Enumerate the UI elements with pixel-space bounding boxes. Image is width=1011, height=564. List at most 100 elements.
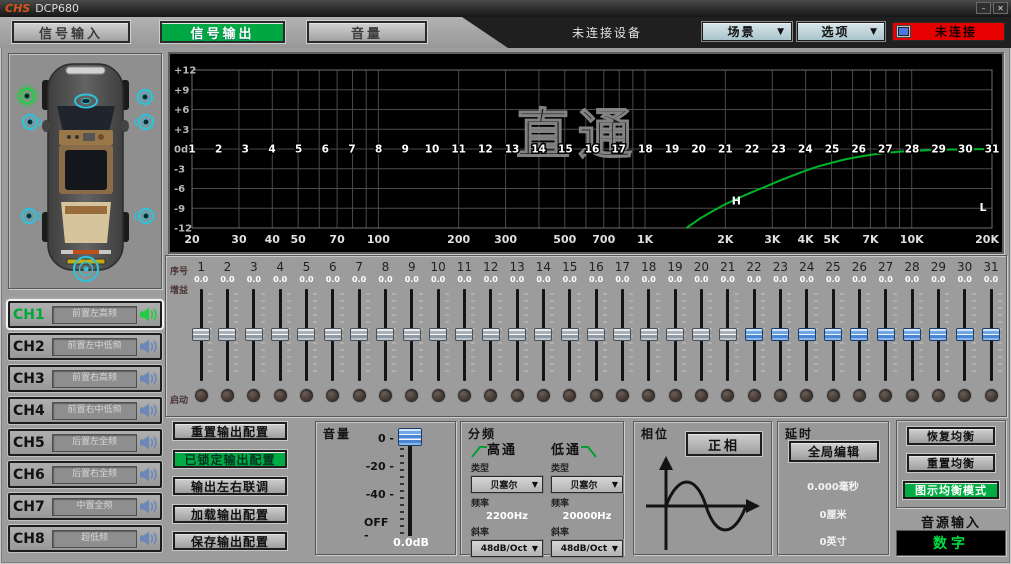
speaker-icon[interactable] — [140, 307, 157, 322]
band-enable-button[interactable] — [641, 388, 656, 403]
band-gain-slider[interactable] — [609, 287, 635, 383]
slider-handle[interactable] — [640, 328, 658, 341]
band-gain-slider[interactable] — [741, 287, 767, 383]
band-enable-button[interactable] — [694, 388, 709, 403]
band-gain-slider[interactable] — [478, 287, 504, 383]
band-gain-slider[interactable] — [820, 287, 846, 383]
band-enable-button[interactable] — [220, 388, 235, 403]
channel-row-ch8[interactable]: CH8超低频 — [8, 525, 162, 552]
band-gain-slider[interactable] — [320, 287, 346, 383]
band-enable-button[interactable] — [878, 388, 893, 403]
speaker-icon[interactable] — [140, 531, 157, 546]
speaker-icon[interactable] — [140, 339, 157, 354]
slider-handle[interactable] — [376, 328, 394, 341]
slider-handle[interactable] — [218, 328, 236, 341]
band-gain-slider[interactable] — [399, 287, 425, 383]
slider-handle[interactable] — [587, 328, 605, 341]
band-gain-slider[interactable] — [583, 287, 609, 383]
channel-row-ch4[interactable]: CH4前置右中低频 — [8, 397, 162, 424]
band-enable-button[interactable] — [615, 388, 630, 403]
tab-1[interactable]: 信号输入 — [12, 21, 130, 43]
channel-name-field[interactable]: 前置左中低频 — [52, 338, 137, 356]
band-enable-button[interactable] — [799, 388, 814, 403]
connect-status-button[interactable]: 未连接 — [892, 22, 1005, 41]
eq-control-button-1[interactable]: 恢复均衡 — [907, 427, 995, 445]
speaker-front-left-tweeter[interactable] — [17, 86, 37, 106]
band-gain-slider[interactable] — [425, 287, 451, 383]
band-enable-button[interactable] — [668, 388, 683, 403]
speaker-rear-right[interactable] — [135, 209, 153, 223]
slider-handle[interactable] — [613, 328, 631, 341]
output-config-button-2[interactable]: 已锁定输出配置 — [173, 450, 287, 468]
speaker-rear-left[interactable] — [22, 209, 40, 223]
channel-row-ch6[interactable]: CH6后置右全频 — [8, 461, 162, 488]
band-enable-button[interactable] — [246, 388, 261, 403]
slider-handle[interactable] — [824, 328, 842, 341]
speaker-icon[interactable] — [140, 467, 157, 482]
band-enable-button[interactable] — [510, 388, 525, 403]
output-config-button-5[interactable]: 保存输出配置 — [173, 532, 287, 550]
band-enable-button[interactable] — [457, 388, 472, 403]
band-gain-slider[interactable] — [636, 287, 662, 383]
slider-handle[interactable] — [324, 328, 342, 341]
band-gain-slider[interactable] — [241, 287, 267, 383]
channel-name-field[interactable]: 前置左高频 — [52, 306, 137, 324]
slider-handle[interactable] — [771, 328, 789, 341]
band-enable-button[interactable] — [404, 388, 419, 403]
band-gain-slider[interactable] — [715, 287, 741, 383]
band-enable-button[interactable] — [773, 388, 788, 403]
band-enable-button[interactable] — [194, 388, 209, 403]
band-gain-slider[interactable] — [188, 287, 214, 383]
slider-handle[interactable] — [719, 328, 737, 341]
slider-handle[interactable] — [982, 328, 1000, 341]
slider-handle[interactable] — [903, 328, 921, 341]
frequency-response-graph[interactable]: 直通+12+9+6+30dB-3-6-9-1220304050701002003… — [168, 52, 1004, 254]
slider-handle[interactable] — [455, 328, 473, 341]
slider-handle[interactable] — [297, 328, 315, 341]
band-gain-slider[interactable] — [688, 287, 714, 383]
band-gain-slider[interactable] — [504, 287, 530, 383]
channel-name-field[interactable]: 后置右全频 — [52, 466, 137, 484]
band-enable-button[interactable] — [852, 388, 867, 403]
scene-dropdown-button[interactable]: 场景 ▼ — [702, 22, 792, 41]
slider-handle[interactable] — [534, 328, 552, 341]
speaker-icon[interactable] — [140, 403, 157, 418]
tab-3[interactable]: 音量 — [307, 21, 427, 43]
band-enable-button[interactable] — [826, 388, 841, 403]
band-gain-slider[interactable] — [662, 287, 688, 383]
output-config-button-4[interactable]: 加载输出配置 — [173, 505, 287, 523]
band-gain-slider[interactable] — [214, 287, 240, 383]
band-enable-button[interactable] — [957, 388, 972, 403]
slider-handle[interactable] — [929, 328, 947, 341]
band-gain-slider[interactable] — [794, 287, 820, 383]
channel-row-ch5[interactable]: CH5后置左全频 — [8, 429, 162, 456]
channel-row-ch3[interactable]: CH3前置右高频 — [8, 365, 162, 392]
slider-handle[interactable] — [561, 328, 579, 341]
slider-handle[interactable] — [429, 328, 447, 341]
band-enable-button[interactable] — [431, 388, 446, 403]
eq-control-button-2[interactable]: 重置均衡 — [907, 454, 995, 472]
slider-handle[interactable] — [192, 328, 210, 341]
minimize-button[interactable]: – — [976, 2, 991, 14]
tab-2[interactable]: 信号输出 — [160, 21, 285, 43]
lowpass-type-dropdown[interactable]: 贝塞尔 ▼ — [551, 476, 623, 493]
speaker-front-left-mid[interactable] — [23, 115, 41, 129]
slider-handle[interactable] — [245, 328, 263, 341]
band-enable-button[interactable] — [747, 388, 762, 403]
speaker-front-right-tweeter[interactable] — [138, 90, 152, 104]
close-button[interactable]: ✕ — [993, 2, 1008, 14]
band-enable-button[interactable] — [325, 388, 340, 403]
band-gain-slider[interactable] — [267, 287, 293, 383]
output-config-button-1[interactable]: 重置输出配置 — [173, 422, 287, 440]
slider-handle[interactable] — [798, 328, 816, 341]
volume-slider-handle[interactable] — [398, 428, 422, 446]
slider-handle[interactable] — [745, 328, 763, 341]
band-gain-slider[interactable] — [372, 287, 398, 383]
options-dropdown-button[interactable]: 选项 ▼ — [797, 22, 885, 41]
band-gain-slider[interactable] — [451, 287, 477, 383]
channel-row-ch7[interactable]: CH7中置全频 — [8, 493, 162, 520]
band-enable-button[interactable] — [720, 388, 735, 403]
band-enable-button[interactable] — [905, 388, 920, 403]
band-gain-slider[interactable] — [846, 287, 872, 383]
channel-name-field[interactable]: 后置左全频 — [52, 434, 137, 452]
